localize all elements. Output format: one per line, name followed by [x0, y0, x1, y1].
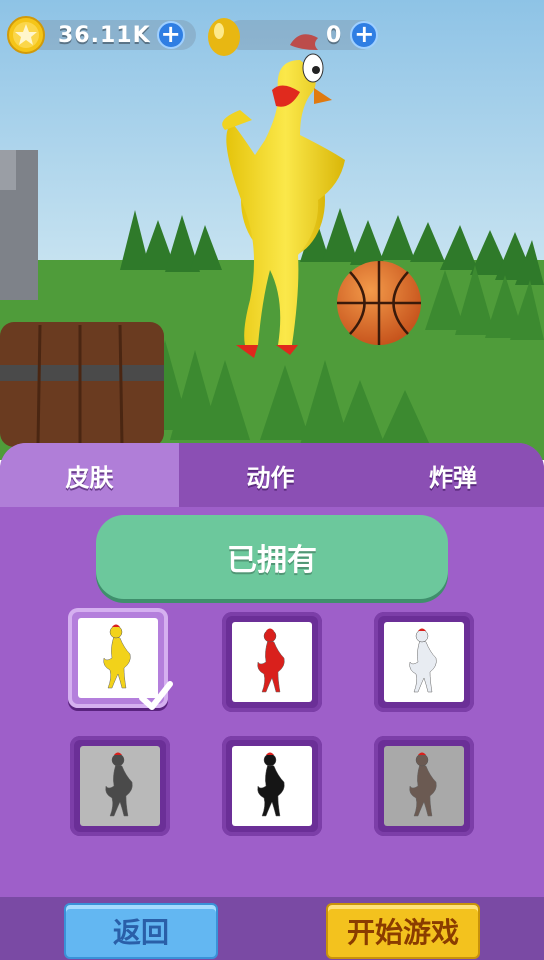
tab-skins-label: 皮肤: [65, 463, 114, 492]
add-eggs-button[interactable]: +: [350, 21, 379, 49]
skin-card: [232, 622, 312, 702]
back-button[interactable]: 返回: [64, 903, 218, 959]
start-game-button[interactable]: 开始游戏: [326, 903, 480, 959]
tab-bombs-label: 炸弹: [429, 463, 477, 492]
skin-card: [80, 746, 160, 826]
owned-status-button[interactable]: 已拥有: [96, 515, 448, 599]
star-coin-icon: [7, 16, 45, 54]
golden-egg-icon: [208, 18, 240, 56]
white-chicken-icon: [409, 628, 437, 693]
coin-value: 36.11K: [58, 22, 151, 48]
tab-bombs[interactable]: 炸弹: [362, 443, 544, 507]
skin-slot-4[interactable]: [70, 736, 170, 836]
egg-value: 0: [326, 22, 343, 48]
skin-slot-3[interactable]: [374, 612, 474, 712]
egg-counter: 0 +: [206, 12, 379, 58]
skin-grid: [0, 608, 544, 858]
skin-slot-6[interactable]: [374, 736, 474, 836]
skin-slot-1[interactable]: [68, 608, 173, 710]
gray-bird-icon: [105, 752, 133, 817]
check-icon: [139, 681, 173, 710]
skin-card: [384, 746, 464, 826]
category-tabs: 皮肤 动作 炸弹: [0, 443, 544, 507]
add-coins-button[interactable]: +: [156, 21, 185, 49]
customize-panel: 皮肤 动作 炸弹 已拥有: [0, 443, 544, 960]
zombie-bird-icon: [409, 752, 437, 817]
tab-actions[interactable]: 动作: [179, 443, 362, 507]
owned-label: 已拥有: [227, 543, 317, 578]
back-label: 返回: [112, 916, 169, 949]
resource-bar: 36.11K + 0 +: [0, 12, 544, 58]
start-label: 开始游戏: [346, 916, 459, 949]
tab-skins[interactable]: 皮肤: [0, 443, 179, 507]
black-chicken-icon: [257, 752, 285, 817]
skin-slot-2[interactable]: [222, 612, 322, 712]
skin-card: [384, 622, 464, 702]
skin-slot-5[interactable]: [222, 736, 322, 836]
red-chicken-icon: [257, 628, 285, 693]
coin-counter: 36.11K +: [6, 12, 196, 58]
tab-actions-label: 动作: [246, 463, 295, 492]
bottom-bar: 返回 开始游戏: [0, 897, 544, 960]
skin-card: [232, 746, 312, 826]
